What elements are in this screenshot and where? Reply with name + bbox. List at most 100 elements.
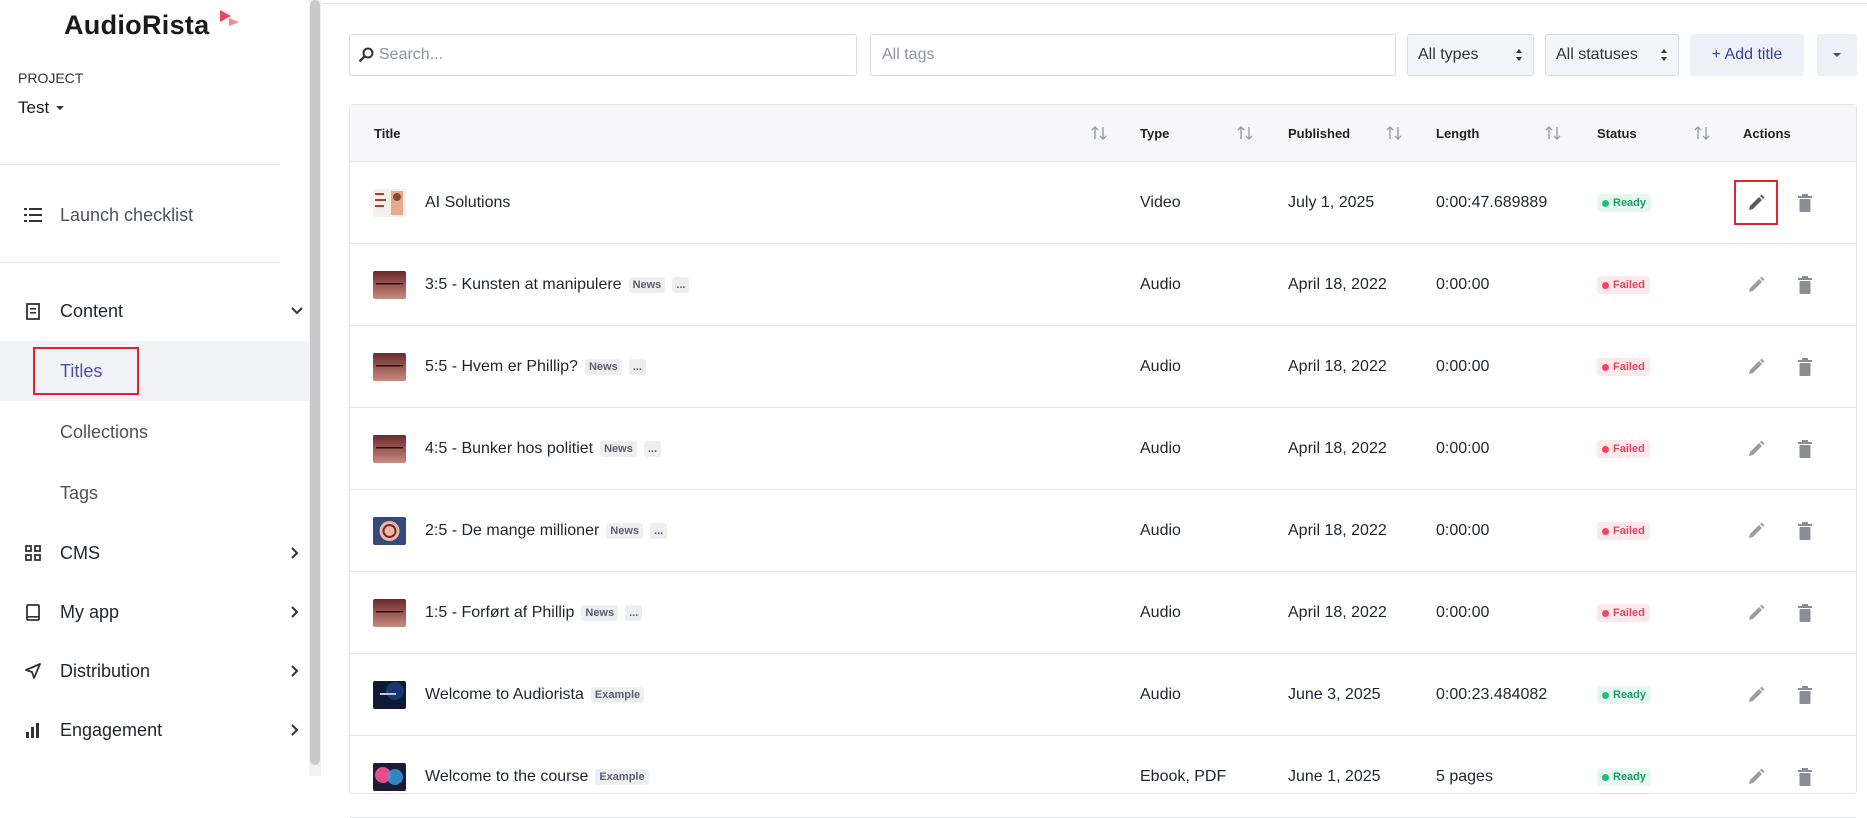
table-row[interactable]: AI Solutions Video July 1, 2025 0:00:47.689… xyxy=(350,162,1856,244)
length-cell: 0:00:00 xyxy=(1436,276,1490,293)
sort-icon[interactable] xyxy=(1693,125,1711,141)
published-cell: July 1, 2025 xyxy=(1288,194,1375,211)
title-cell[interactable]: 3:5 - Kunsten at manipulere News... xyxy=(425,244,690,326)
status-dot xyxy=(1602,527,1609,535)
delete-icon[interactable] xyxy=(1797,685,1813,710)
status-text: Failed xyxy=(1613,607,1645,619)
status-cell: Ready xyxy=(1597,654,1652,736)
title-text[interactable]: Welcome to Audiorista xyxy=(425,686,584,704)
tag-badge[interactable]: ... xyxy=(628,359,646,375)
sort-icon[interactable] xyxy=(1544,125,1562,141)
updown-arrow-icon xyxy=(1661,49,1667,61)
edit-icon[interactable] xyxy=(1746,439,1766,464)
table-row[interactable]: 2:5 - De mange millioner News... Audio Apri… xyxy=(350,490,1856,572)
tag-badge[interactable]: News xyxy=(600,441,637,457)
type-filter-select[interactable]: All types xyxy=(1407,34,1534,76)
title-text[interactable]: 2:5 - De mange millioner xyxy=(425,522,599,540)
column-header-type[interactable]: Type xyxy=(1140,105,1169,162)
tag-badge[interactable]: ... xyxy=(625,605,643,621)
tag-badge[interactable]: News xyxy=(581,605,619,621)
delete-icon[interactable] xyxy=(1797,439,1813,464)
title-text[interactable]: 1:5 - Forført af Phillip xyxy=(425,604,574,622)
status-text: Ready xyxy=(1613,771,1647,783)
type-cell: Audio xyxy=(1140,604,1181,621)
tag-badge[interactable]: ... xyxy=(643,441,662,457)
sort-icon[interactable] xyxy=(1090,125,1108,141)
delete-icon[interactable] xyxy=(1797,603,1813,628)
status-dot xyxy=(1602,363,1609,371)
tag-badge[interactable]: Example xyxy=(590,687,645,703)
title-cell[interactable]: 2:5 - De mange millioner News... xyxy=(425,490,668,572)
title-text[interactable]: Welcome to the course xyxy=(425,768,588,786)
edit-icon[interactable] xyxy=(1746,521,1766,546)
delete-icon[interactable] xyxy=(1797,275,1813,300)
column-header-published[interactable]: Published xyxy=(1288,105,1350,162)
title-cell[interactable]: 1:5 - Forført af Phillip News... xyxy=(425,572,643,654)
type-cell: Ebook, PDF xyxy=(1140,768,1227,785)
tags-placeholder: All tags xyxy=(882,46,935,63)
edit-icon[interactable] xyxy=(1746,275,1766,300)
title-text[interactable]: AI Solutions xyxy=(425,194,510,212)
delete-icon[interactable] xyxy=(1797,521,1813,546)
title-cell[interactable]: Welcome to the course Example xyxy=(425,736,649,818)
type-cell: Video xyxy=(1140,194,1181,211)
type-filter-value: All types xyxy=(1418,46,1479,63)
title-cell[interactable]: Welcome to Audiorista Example xyxy=(425,654,645,736)
table-row[interactable]: Welcome to the course Example Ebook, PDF Ju… xyxy=(350,736,1856,818)
status-filter-value: All statuses xyxy=(1556,46,1638,63)
sort-icon[interactable] xyxy=(1236,125,1254,141)
tags-filter-input[interactable]: All tags xyxy=(870,34,1396,76)
delete-icon[interactable] xyxy=(1797,357,1813,382)
status-badge: Failed xyxy=(1597,276,1650,294)
edit-icon[interactable] xyxy=(1746,685,1766,710)
title-thumbnail xyxy=(373,353,406,381)
edit-icon[interactable] xyxy=(1746,767,1766,792)
table-row[interactable]: 4:5 - Bunker hos politiet News... Audio Apr… xyxy=(350,408,1856,490)
status-badge: Failed xyxy=(1597,604,1650,622)
title-cell[interactable]: AI Solutions xyxy=(425,162,510,244)
add-options-button[interactable] xyxy=(1817,34,1857,76)
published-cell: April 18, 2022 xyxy=(1288,604,1387,621)
search-icon xyxy=(358,47,374,63)
sort-icon[interactable] xyxy=(1385,125,1403,141)
title-thumbnail xyxy=(373,599,406,627)
tag-badge[interactable]: News xyxy=(606,523,644,539)
title-text[interactable]: 4:5 - Bunker hos politiet xyxy=(425,440,593,458)
column-header-length[interactable]: Length xyxy=(1436,105,1479,162)
tag-badge[interactable]: ... xyxy=(650,523,668,539)
table-row[interactable]: 5:5 - Hvem er Phillip? News... Audio April … xyxy=(350,326,1856,408)
tag-badge[interactable]: ... xyxy=(672,277,690,293)
add-title-button[interactable]: + Add title xyxy=(1690,34,1804,76)
tag-badge[interactable]: News xyxy=(628,277,666,293)
delete-icon[interactable] xyxy=(1797,767,1813,792)
status-dot xyxy=(1602,281,1609,289)
title-text[interactable]: 3:5 - Kunsten at manipulere xyxy=(425,276,622,294)
title-cell[interactable]: 5:5 - Hvem er Phillip? News... xyxy=(425,326,646,408)
status-filter-select[interactable]: All statuses xyxy=(1545,34,1679,76)
status-badge: Ready xyxy=(1597,194,1652,212)
title-text[interactable]: 5:5 - Hvem er Phillip? xyxy=(425,358,578,376)
status-cell: Failed xyxy=(1597,244,1650,326)
search-input[interactable]: Search... xyxy=(379,46,443,64)
published-cell: April 18, 2022 xyxy=(1288,276,1387,293)
status-dot xyxy=(1602,773,1609,781)
highlight-box xyxy=(1734,180,1778,225)
status-badge: Failed xyxy=(1597,358,1650,376)
table-row[interactable]: Welcome to Audiorista Example Audio June 3,… xyxy=(350,654,1856,736)
status-badge: Failed xyxy=(1597,522,1650,540)
edit-icon[interactable] xyxy=(1746,603,1766,628)
edit-icon[interactable] xyxy=(1746,357,1766,382)
title-cell[interactable]: 4:5 - Bunker hos politiet News... xyxy=(425,408,662,490)
search-field[interactable]: Search... xyxy=(349,34,857,76)
tag-badge[interactable]: News xyxy=(584,359,622,375)
type-cell: Audio xyxy=(1140,522,1181,539)
length-cell: 0:00:00 xyxy=(1436,358,1490,375)
table-row[interactable]: 1:5 - Forført af Phillip News... Audio Apri… xyxy=(350,572,1856,654)
column-header-status[interactable]: Status xyxy=(1597,105,1637,162)
delete-icon[interactable] xyxy=(1797,193,1813,218)
table-row[interactable]: 3:5 - Kunsten at manipulere News... Audio A… xyxy=(350,244,1856,326)
column-header-title[interactable]: Title xyxy=(374,105,401,162)
title-thumbnail xyxy=(373,435,406,463)
published-cell: April 18, 2022 xyxy=(1288,522,1387,539)
tag-badge[interactable]: Example xyxy=(595,769,649,785)
